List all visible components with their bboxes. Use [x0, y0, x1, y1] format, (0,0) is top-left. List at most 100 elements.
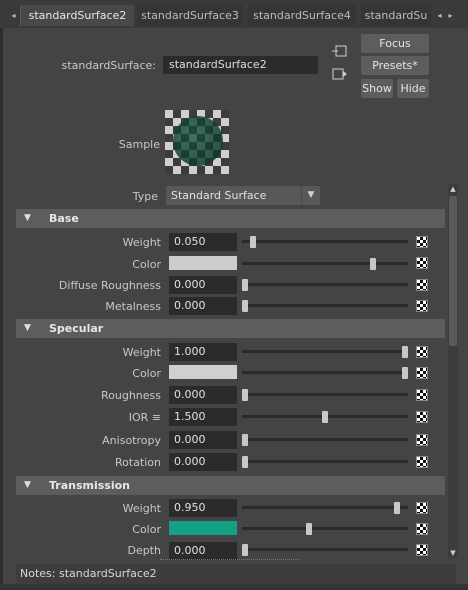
specular-weight-label: Weight: [122, 346, 161, 359]
specular-roughness-label: Roughness: [100, 389, 161, 402]
tab-standardsurface4[interactable]: standardSurface4: [248, 5, 356, 26]
base-color-label: Color: [132, 258, 161, 271]
slider-thumb[interactable]: [242, 544, 248, 556]
collapse-triangle-icon: ▼: [24, 213, 31, 223]
collapse-triangle-icon: ▼: [24, 323, 31, 333]
notes-bar[interactable]: Notes: standardSurface2: [16, 564, 456, 584]
base-weight-slider[interactable]: [242, 236, 408, 248]
slider-thumb[interactable]: [242, 279, 248, 291]
base-weight-label: Weight: [122, 236, 161, 249]
checker-map-icon[interactable]: [416, 257, 428, 269]
checker-map-icon[interactable]: [416, 544, 428, 556]
checker-map-icon[interactable]: [416, 367, 428, 379]
slider-thumb[interactable]: [242, 300, 248, 312]
slider-thumb[interactable]: [306, 523, 312, 535]
vertical-scrollbar[interactable]: ▲ ▼: [448, 184, 458, 558]
checker-map-icon[interactable]: [416, 523, 428, 535]
section-specular-header[interactable]: ▼ Specular: [16, 319, 445, 338]
transmission-weight-field[interactable]: 0.950: [169, 499, 237, 517]
type-dropdown[interactable]: Standard Surface ▼: [166, 186, 320, 205]
ior-slider[interactable]: [242, 411, 408, 423]
slider-thumb[interactable]: [402, 346, 408, 358]
ior-label: IOR ≡: [128, 411, 161, 424]
node-name-field[interactable]: standardSurface2: [163, 56, 318, 74]
scroll-down-icon[interactable]: ▼: [448, 548, 458, 558]
checker-map-icon[interactable]: [416, 411, 428, 423]
depth-field[interactable]: 0.000: [169, 542, 237, 560]
notes-text: Notes: standardSurface2: [20, 564, 157, 584]
bottom-strip: [0, 584, 468, 590]
rotation-label: Rotation: [114, 456, 161, 469]
tab-scroll-left-icon[interactable]: ◂: [435, 5, 444, 26]
checker-map-icon[interactable]: [416, 346, 428, 358]
base-weight-field[interactable]: 0.050: [169, 233, 237, 251]
diffuse-roughness-slider[interactable]: [242, 279, 408, 291]
depth-label: Depth: [127, 544, 161, 557]
transmission-color-label: Color: [132, 523, 161, 536]
rotation-field[interactable]: 0.000: [169, 453, 237, 471]
notes-label: Notes:: [20, 567, 56, 580]
checker-map-icon[interactable]: [416, 236, 428, 248]
slider-thumb[interactable]: [242, 434, 248, 446]
show-button[interactable]: Show: [361, 79, 393, 98]
specular-color-swatch[interactable]: [169, 365, 237, 379]
anisotropy-slider[interactable]: [242, 434, 408, 446]
base-color-swatch[interactable]: [169, 256, 237, 270]
specular-roughness-slider[interactable]: [242, 389, 408, 401]
slider-thumb[interactable]: [242, 389, 248, 401]
tab-standardsurface3[interactable]: standardSurface3: [137, 5, 243, 26]
material-sample-preview[interactable]: [165, 110, 229, 174]
type-label: Type: [132, 190, 158, 203]
slider-thumb[interactable]: [250, 236, 256, 248]
transmission-weight-slider[interactable]: [242, 502, 408, 514]
depth-slider[interactable]: [242, 544, 408, 556]
metalness-slider[interactable]: [242, 300, 408, 312]
section-title: Base: [49, 212, 79, 225]
scroll-up-icon[interactable]: ▲: [448, 184, 458, 194]
specular-color-slider[interactable]: [242, 367, 408, 379]
specular-weight-slider[interactable]: [242, 346, 408, 358]
specular-weight-field[interactable]: 1.000: [169, 343, 237, 361]
base-color-slider[interactable]: [242, 258, 408, 270]
section-base-header[interactable]: ▼ Base: [16, 209, 445, 228]
hide-button[interactable]: Hide: [397, 79, 429, 98]
slider-thumb[interactable]: [394, 502, 400, 514]
checker-map-icon[interactable]: [416, 434, 428, 446]
slider-thumb[interactable]: [402, 367, 408, 379]
checker-map-icon[interactable]: [416, 456, 428, 468]
rotation-slider[interactable]: [242, 456, 408, 468]
metalness-field[interactable]: 0.000: [169, 297, 237, 315]
slider-thumb[interactable]: [242, 456, 248, 468]
tab-standardsurface2[interactable]: standardSurface2: [20, 5, 134, 26]
diffuse-roughness-label: Diffuse Roughness: [58, 279, 161, 292]
checker-map-icon[interactable]: [416, 300, 428, 312]
slider-thumb[interactable]: [322, 411, 328, 423]
tab-bar: ◂ standardSurface2 standardSurface3 stan…: [0, 0, 468, 28]
sample-label: Sample: [118, 138, 160, 151]
scrollbar-thumb[interactable]: [449, 196, 457, 346]
section-transmission-header[interactable]: ▼ Transmission: [16, 476, 445, 495]
tab-standardsurface-partial[interactable]: standardSu: [361, 5, 431, 26]
slider-thumb[interactable]: [370, 258, 376, 270]
transmission-color-swatch[interactable]: [169, 521, 237, 535]
section-title: Transmission: [49, 479, 131, 492]
metalness-label: Metalness: [105, 300, 161, 313]
diffuse-roughness-field[interactable]: 0.000: [169, 276, 237, 294]
checker-map-icon[interactable]: [416, 389, 428, 401]
resize-divider[interactable]: [160, 559, 300, 562]
checker-map-icon[interactable]: [416, 279, 428, 291]
presets-button[interactable]: Presets*: [361, 56, 429, 75]
left-gutter: [0, 28, 3, 590]
type-dropdown-value: Standard Surface: [171, 189, 267, 202]
tab-scroll-right-icon[interactable]: ▸: [446, 5, 455, 26]
anisotropy-field[interactable]: 0.000: [169, 431, 237, 449]
input-connection-icon[interactable]: [332, 43, 348, 59]
ior-field[interactable]: 1.500: [169, 408, 237, 426]
tab-scroll-left-icon[interactable]: ◂: [9, 5, 18, 26]
specular-roughness-field[interactable]: 0.000: [169, 386, 237, 404]
anisotropy-label: Anisotropy: [102, 434, 161, 447]
transmission-color-slider[interactable]: [242, 523, 408, 535]
focus-button[interactable]: Focus: [361, 34, 429, 53]
output-connection-icon[interactable]: [332, 66, 348, 82]
checker-map-icon[interactable]: [416, 502, 428, 514]
